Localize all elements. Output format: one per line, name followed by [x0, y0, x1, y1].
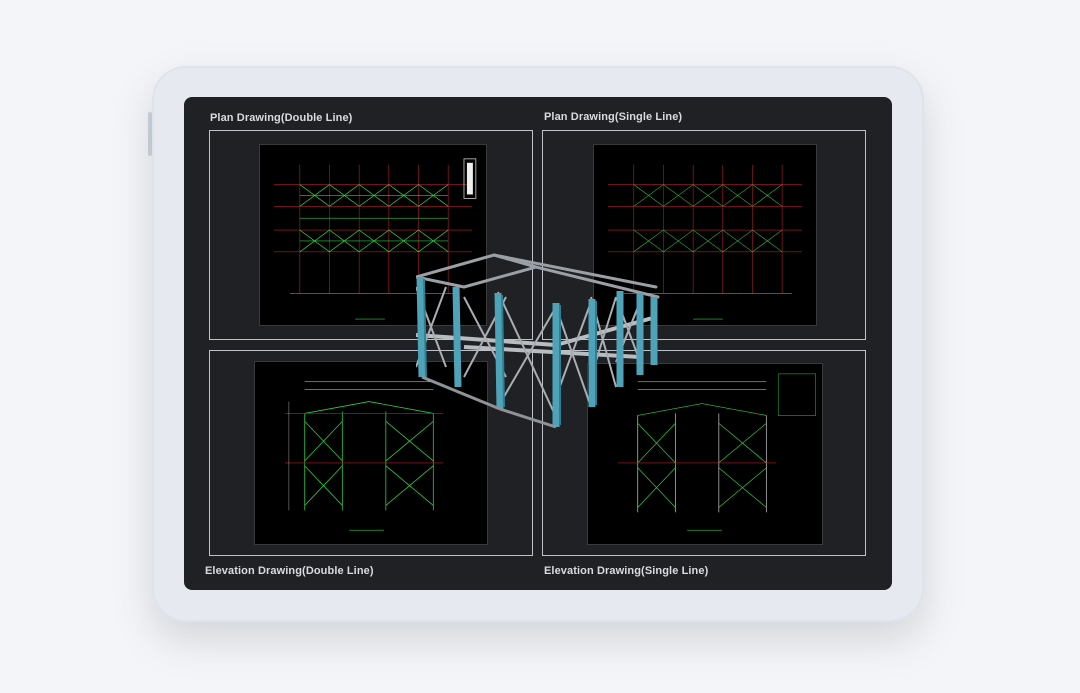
tablet-screen: Plan Drawing(Double Line) Plan Drawing(S… — [184, 97, 892, 590]
elevation-single-line-label: Elevation Drawing(Single Line) — [544, 565, 709, 577]
steel-frame-3d-svg — [416, 253, 660, 429]
steel-frame-3d-model — [416, 247, 666, 437]
plan-single-line-label: Plan Drawing(Single Line) — [544, 111, 683, 123]
elevation-double-line-label: Elevation Drawing(Double Line) — [205, 565, 374, 577]
plan-double-line-label: Plan Drawing(Double Line) — [210, 112, 353, 124]
